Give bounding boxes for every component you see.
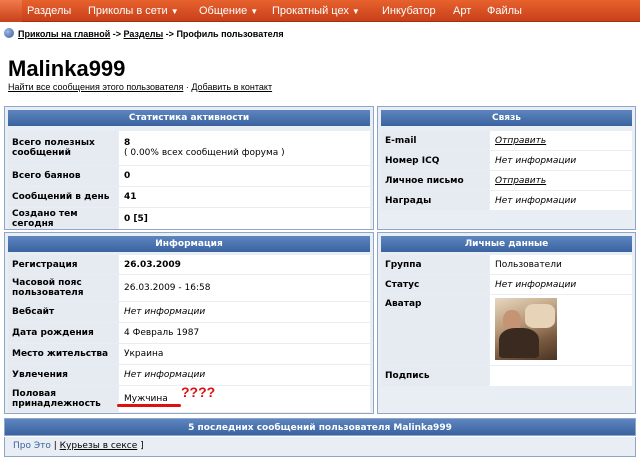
bracket: ] [140,441,144,451]
question-marks-annotation: ???? [181,384,216,400]
contact-row: Личное письмо Отправить [381,171,632,190]
row-label: Награды [381,191,489,210]
info-row: Вебсайт Нет информации [8,302,370,322]
red-underline-annotation [117,404,181,407]
gender-value: Мужчина [119,386,370,412]
row-label: Подпись [381,366,489,386]
row-value: Украина [119,344,370,364]
contact-panel-title: Связь [381,110,632,126]
nav-art[interactable]: Арт [453,5,471,17]
stats-row: Всего баянов 0 [8,166,370,186]
personal-panel-title: Личные данные [381,236,632,252]
breadcrumb-separator: -> [112,29,122,39]
stats-panel-title: Статистика активности [8,110,370,126]
row-value [490,366,632,386]
pm-send-link[interactable]: Отправить [490,171,632,190]
row-value: 8 ( 0.00% всех сообщений форума ) [119,131,370,165]
row-value: 0 [5] [119,208,370,229]
row-label: Дата рождения [8,323,118,343]
profile-actions: Найти все сообщения этого пользователя ·… [8,82,272,92]
row-label: Регистрация [8,255,118,274]
breadcrumb: Приколы на главной -> Разделы -> Профиль… [4,28,284,40]
useful-posts-percent: ( 0.00% всех сообщений форума ) [124,148,285,158]
row-label: Номер ICQ [381,151,489,170]
stats-panel: Статистика активности Всего полезных соо… [4,106,374,230]
contact-row: E-mail Отправить [381,131,632,150]
last-posts-item: Про Это | Курьезы в сексе ] [4,437,636,457]
site-logo[interactable] [0,0,22,22]
nav-faily[interactable]: Файлы [487,5,522,17]
row-label: Увлечения [8,365,118,385]
breadcrumb-current: Профиль пользователя [176,29,284,39]
row-value: 26.03.2009 [119,255,370,274]
row-label: Половая принадлежность [8,386,118,412]
row-value: Нет информации [490,275,632,294]
info-panel-title: Информация [8,236,370,252]
info-row: Место жительства Украина [8,344,370,364]
info-row: Увлечения Нет информации [8,365,370,385]
personal-row: Статус Нет информации [381,275,632,294]
chevron-down-icon: ▼ [250,7,259,16]
row-label: Место жительства [8,344,118,364]
find-posts-link[interactable]: Найти все сообщения этого пользователя [8,82,183,92]
row-value: Нет информации [490,191,632,210]
top-navigation: Разделы Приколы в сети ▼ Общение ▼ Прокатн… [0,0,640,22]
info-row: Дата рождения 4 Февраль 1987 [8,323,370,343]
stats-row: Создано тем сегодня 0 [5] [8,208,370,229]
row-label: Личное письмо [381,171,489,190]
row-value: 41 [119,187,370,207]
row-label: Всего баянов [8,166,118,186]
stats-row: Сообщений в день 41 [8,187,370,207]
last-post-forum-link[interactable]: Курьезы в сексе [60,441,138,451]
avatar [495,298,557,360]
row-label: Сообщений в день [8,187,118,207]
row-value: Нет информации [119,302,370,322]
row-value: Пользователи [490,255,632,274]
row-label: Вебсайт [8,302,118,322]
nav-razdely[interactable]: Разделы [27,5,71,17]
nav-prokatny[interactable]: Прокатный цех ▼ [272,5,360,17]
globe-icon [4,28,14,38]
personal-row: Подпись [381,366,632,386]
info-row: Часовой пояс пользователя 26.03.2009 - 1… [8,275,370,301]
add-contact-link[interactable]: Добавить в контакт [191,82,272,92]
contact-row: Награды Нет информации [381,191,632,210]
row-label: Часовой пояс пользователя [8,275,118,301]
nav-prikoly[interactable]: Приколы в сети ▼ [88,5,179,17]
row-label: Аватар [381,295,489,365]
contact-row: Номер ICQ Нет информации [381,151,632,170]
row-label: E-mail [381,131,489,150]
contact-panel: Связь E-mail Отправить Номер ICQ Нет инф… [377,106,636,230]
breadcrumb-section-link[interactable]: Разделы [124,29,164,39]
nav-inkubator[interactable]: Инкубатор [382,5,436,17]
row-label: Создано тем сегодня [8,208,118,229]
breadcrumb-separator: -> [165,29,174,39]
row-value: 26.03.2009 - 16:58 [119,275,370,301]
email-send-link[interactable]: Отправить [490,131,632,150]
nav-obshchenie[interactable]: Общение ▼ [199,5,258,17]
row-value: 4 Февраль 1987 [119,323,370,343]
info-row: Регистрация 26.03.2009 [8,255,370,274]
row-value: Нет информации [119,365,370,385]
last-posts-header: 5 последних сообщений пользователя Malin… [4,418,636,436]
row-label: Группа [381,255,489,274]
page-title: Malinka999 [8,56,126,81]
stats-row: Всего полезных сообщений 8 ( 0.00% всех … [8,131,370,165]
row-label: Всего полезных сообщений [8,131,118,165]
row-value: 0 [119,166,370,186]
personal-row: Группа Пользователи [381,255,632,274]
row-value: Нет информации [490,151,632,170]
last-post-title-link[interactable]: Про Это [13,441,51,451]
breadcrumb-home-link[interactable]: Приколы на главной [18,29,110,39]
chevron-down-icon: ▼ [351,7,360,16]
chevron-down-icon: ▼ [170,7,179,16]
row-label: Статус [381,275,489,294]
useful-posts-count: 8 [124,138,131,148]
